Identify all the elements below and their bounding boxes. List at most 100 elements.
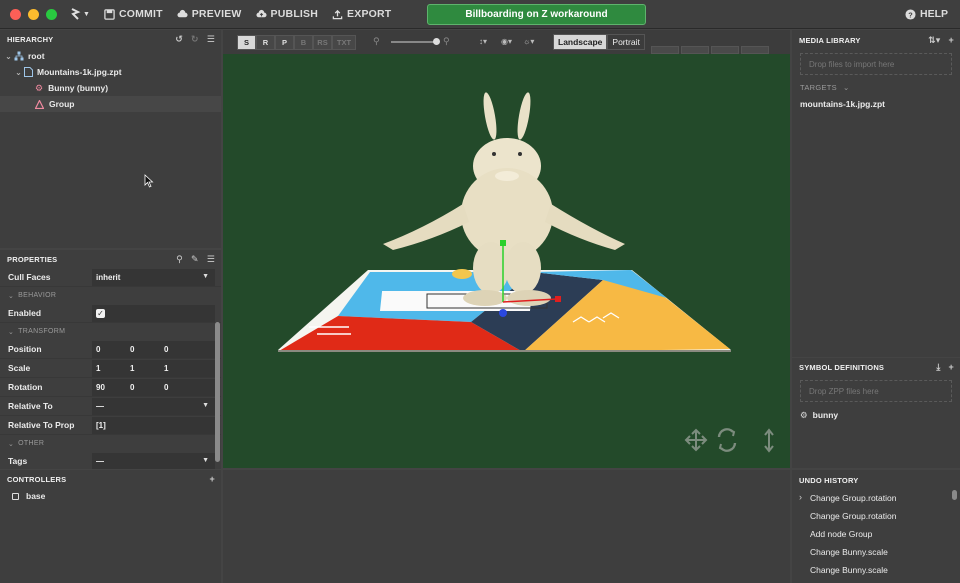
scale-field: 1 1 1 [92, 359, 215, 377]
relative-to-prop-field[interactable]: [1] [92, 416, 215, 434]
zoom-slider[interactable] [391, 38, 440, 45]
mode-rs-button[interactable]: RS [313, 34, 332, 50]
add-icon[interactable]: + [210, 474, 215, 484]
symbol-definitions-title: SYMBOL DEFINITIONS [799, 362, 885, 372]
enabled-checkbox[interactable]: ✓ [96, 308, 105, 318]
rotation-z-input[interactable]: 0 [164, 383, 198, 392]
chevron-down-icon[interactable]: ⌄ [4, 52, 13, 61]
hierarchy-item-root[interactable]: ⌄ root [0, 48, 221, 64]
position-z-input[interactable]: 0 [164, 345, 198, 354]
properties-scrollbar[interactable] [215, 322, 220, 462]
project-name-banner[interactable]: Billboarding on Z workaround [427, 4, 646, 25]
zoom-out-icon[interactable]: ⚲ [373, 36, 380, 47]
targets-header[interactable]: TARGETS ⌄ [792, 79, 960, 95]
hierarchy-panel: HIERARCHY ↺ ↻ ☰ ⌄ root ⌄ Mountains-1k.jp… [0, 30, 221, 248]
symbol-item[interactable]: ⚙ bunny [792, 406, 960, 424]
symbol-definitions-panel: SYMBOL DEFINITIONS ⤓ + Drop ZPP files he… [792, 358, 960, 468]
tags-select[interactable]: — ▼ [92, 452, 215, 469]
minimize-window-button[interactable] [28, 8, 39, 20]
hierarchy-item-bunny[interactable]: ⚙ Bunny (bunny) [0, 80, 221, 96]
cloud-icon [177, 9, 188, 17]
timeline-area[interactable] [223, 470, 790, 583]
publish-button[interactable]: PUBLISH [256, 8, 319, 20]
undo-scrollbar[interactable] [952, 490, 957, 500]
download-icon[interactable]: ⤓ [936, 362, 940, 373]
preview-button[interactable]: PREVIEW [177, 8, 242, 20]
prop-enabled: Enabled ✓ [0, 304, 221, 323]
mode-s-button[interactable]: S [237, 34, 256, 50]
position-y-input[interactable]: 0 [130, 345, 164, 354]
portrait-button[interactable]: Portrait [607, 34, 645, 50]
symbol-definitions-header: SYMBOL DEFINITIONS ⤓ + [792, 358, 960, 376]
undo-item-label: Change Group.rotation [810, 511, 897, 521]
undo-item[interactable]: Change Bunny.scale [792, 543, 960, 561]
app-menu-button[interactable]: ▼ [69, 8, 90, 20]
rotation-x-input[interactable]: 90 [96, 383, 130, 392]
section-transform[interactable]: ⌄ TRANSFORM [0, 323, 221, 340]
target-item[interactable]: mountains-1k.jpg.zpt [792, 95, 960, 113]
commit-label: COMMIT [118, 8, 163, 20]
mode-txt-button[interactable]: TXT [332, 34, 356, 50]
export-button[interactable]: EXPORT [332, 8, 391, 20]
redo-icon[interactable]: ↻ [191, 34, 199, 45]
landscape-button[interactable]: Landscape [553, 34, 608, 50]
zoom-slider-thumb[interactable] [433, 38, 440, 45]
commit-button[interactable]: COMMIT [104, 8, 163, 20]
maximize-window-button[interactable] [46, 8, 57, 20]
undo-item[interactable]: Change Bunny.scale [792, 561, 960, 579]
dolly-control-icon[interactable] [764, 428, 774, 453]
search-icon[interactable]: ⚲ [176, 254, 183, 265]
mode-r-button[interactable]: R [256, 34, 275, 50]
undo-item[interactable]: › Change Group.rotation [792, 489, 960, 507]
orbit-control-icon[interactable] [717, 428, 737, 452]
add-icon[interactable]: + [949, 362, 954, 373]
gear-icon: ⚙ [35, 82, 44, 93]
controller-item[interactable]: base [0, 488, 221, 504]
mode-p-button[interactable]: P [275, 34, 294, 50]
section-behavior[interactable]: ⌄ BEHAVIOR [0, 287, 221, 304]
section-other[interactable]: ⌄ OTHER [0, 435, 221, 452]
symbol-drop-zone[interactable]: Drop ZPP files here [800, 380, 952, 402]
scale-z-input[interactable]: 1 [164, 364, 198, 373]
controllers-panel: CONTROLLERS + base [0, 470, 221, 583]
help-label: HELP [919, 8, 948, 20]
zoom-in-icon[interactable]: ⚲ [443, 36, 450, 47]
scale-y-input[interactable]: 1 [130, 364, 164, 373]
prop-value: [1] [96, 420, 106, 430]
relative-to-select[interactable]: — ▼ [92, 397, 215, 415]
menu-icon[interactable]: ☰ [207, 254, 215, 265]
hierarchy-item-group[interactable]: Group [0, 96, 221, 112]
media-library-panel: MEDIA LIBRARY ⇅▾ + Drop files to import … [792, 30, 960, 357]
undo-item-label: Change Group.rotation [810, 493, 897, 503]
undo-item[interactable]: Add node Group [792, 525, 960, 543]
position-x-input[interactable]: 0 [96, 345, 130, 354]
menu-icon[interactable]: ☰ [207, 34, 215, 45]
rotation-y-input[interactable]: 0 [130, 383, 164, 392]
view-tab[interactable] [711, 46, 739, 54]
sort-icon[interactable]: ⇅▾ [928, 35, 940, 46]
view-tab[interactable] [651, 46, 679, 54]
window-controls [10, 8, 57, 20]
scale-x-input[interactable]: 1 [96, 364, 130, 373]
view-tab[interactable] [681, 46, 709, 54]
chevron-down-icon[interactable]: ⌄ [14, 68, 23, 77]
controllers-header: CONTROLLERS + [0, 470, 221, 488]
chevron-down-icon: ⌄ [842, 82, 850, 92]
undo-icon[interactable]: ↺ [175, 34, 183, 45]
light-menu-icon[interactable]: ☼▾ [523, 37, 534, 46]
help-button[interactable]: ? HELP [905, 8, 948, 20]
media-drop-zone[interactable]: Drop files to import here [800, 53, 952, 75]
display-menu-icon[interactable]: ◉▾ [501, 37, 512, 46]
pencil-icon[interactable]: ✎ [191, 254, 199, 265]
mode-b-button[interactable]: B [294, 34, 313, 50]
pan-control-icon[interactable] [684, 428, 708, 452]
undo-item[interactable]: Change Group.rotation [792, 507, 960, 525]
view-tab[interactable] [741, 46, 769, 54]
hierarchy-item-mountains[interactable]: ⌄ Mountains-1k.jpg.zpt [0, 64, 221, 80]
section-label: TRANSFORM [18, 328, 66, 335]
camera-menu-icon[interactable]: ↕▾ [479, 37, 487, 46]
cull-faces-select[interactable]: inherit ▼ [92, 268, 215, 286]
close-window-button[interactable] [10, 8, 21, 20]
scene-viewport[interactable] [223, 54, 790, 468]
add-icon[interactable]: + [949, 35, 954, 46]
